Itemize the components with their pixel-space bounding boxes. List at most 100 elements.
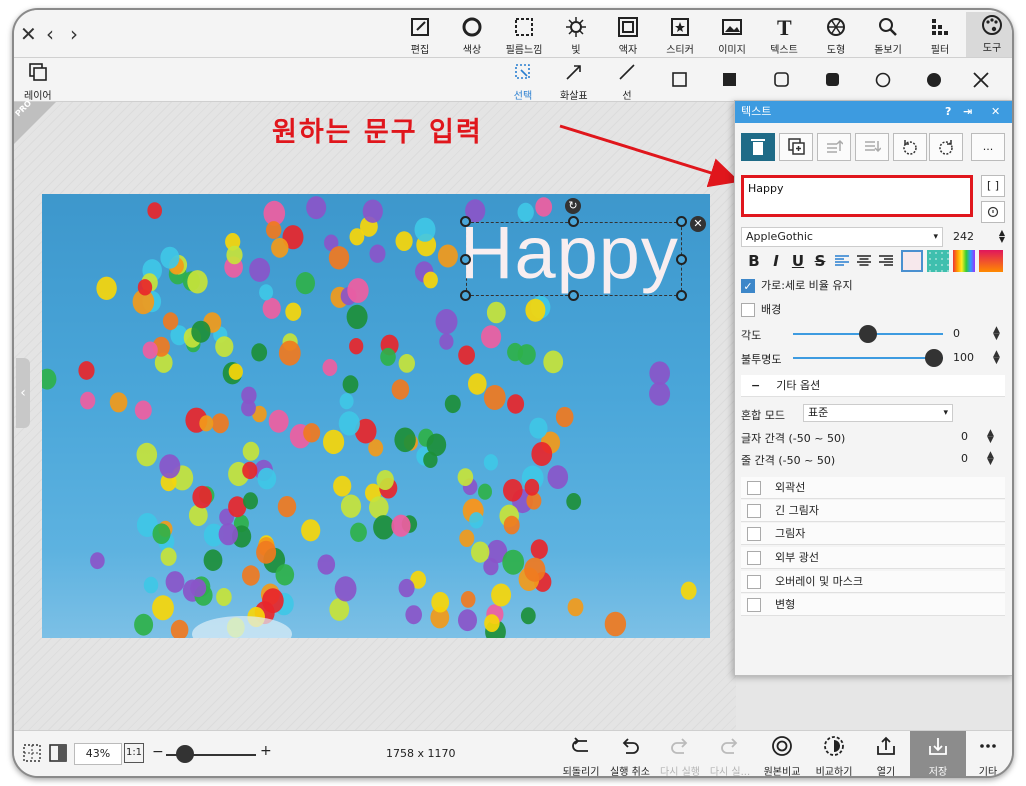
font-select[interactable]: AppleGothic ▾ — [741, 227, 943, 247]
effect-row-transform[interactable]: 변형 — [741, 594, 1005, 616]
line-tool[interactable]: 선 — [616, 62, 638, 102]
undo-button[interactable]: 실행 취소 — [602, 735, 658, 776]
tool-color[interactable]: 색상 — [446, 14, 498, 56]
rainbow-swatch[interactable] — [953, 250, 975, 272]
layer-button[interactable]: 레이어 — [24, 62, 52, 102]
opacity-value[interactable]: 100 — [953, 351, 974, 364]
effect-row-outline[interactable]: 외곽선 — [741, 477, 1005, 499]
close-panel-icon[interactable]: ✕ — [991, 101, 1000, 123]
bold-button[interactable]: B — [743, 250, 765, 272]
delete-text-icon[interactable]: ✕ — [690, 216, 706, 232]
stepper-icon[interactable]: ▲ ▼ — [999, 229, 1005, 244]
bring-forward-button[interactable] — [817, 133, 851, 161]
checkbox-icon[interactable] — [747, 598, 761, 612]
gradient-swatch[interactable] — [979, 250, 1003, 272]
strikethrough-button[interactable]: S — [809, 250, 831, 272]
tool-light[interactable]: 빛 — [550, 14, 602, 56]
checkbox-icon[interactable] — [747, 527, 761, 541]
rotate-handle-icon[interactable]: ↻ — [565, 198, 581, 214]
checkbox-icon[interactable] — [747, 504, 761, 518]
angle-stepper-icon[interactable]: ▲ ▼ — [993, 326, 1000, 342]
resize-handle[interactable] — [460, 254, 471, 265]
letter-spacing-stepper-icon[interactable]: ▲ ▼ — [987, 429, 994, 445]
letter-spacing-value[interactable]: 0 — [961, 430, 968, 443]
line-spacing-stepper-icon[interactable]: ▲ ▼ — [987, 451, 994, 467]
rotate-left-button[interactable] — [893, 133, 927, 161]
align-left-button[interactable] — [831, 250, 853, 272]
effect-row-overlay-mask[interactable]: 오버레이 및 마스크 — [741, 571, 1005, 593]
grid-icon[interactable] — [22, 743, 42, 763]
send-backward-button[interactable] — [855, 133, 889, 161]
other-options-header[interactable]: − 기타 옵션 — [741, 375, 1005, 397]
bracket-button[interactable]: [ ] — [981, 175, 1005, 197]
compare-button[interactable]: 비교하기 — [806, 735, 862, 776]
text-color-swatch[interactable] — [901, 250, 923, 272]
select-tool[interactable]: 선택 — [512, 62, 534, 102]
redo-button[interactable]: 다시 실행 — [652, 735, 708, 776]
align-right-button[interactable] — [875, 250, 897, 272]
rotate-right-button[interactable] — [929, 133, 963, 161]
opacity-slider-knob[interactable] — [925, 349, 943, 367]
resize-handle[interactable] — [568, 216, 579, 227]
resize-handle[interactable] — [460, 290, 471, 301]
redo-all-button[interactable]: 다시 실... — [702, 735, 758, 776]
tool-magnifier[interactable]: 돋보기 — [862, 14, 914, 56]
zoom-slider-knob[interactable] — [176, 745, 194, 763]
tool-edit[interactable]: 편집 — [394, 14, 446, 56]
pin-icon[interactable]: ⇥ — [963, 101, 972, 123]
back-icon[interactable]: ‹ — [46, 22, 54, 46]
canvas-text-happy[interactable]: Happy — [460, 216, 679, 290]
zoom-out-icon[interactable]: − — [152, 744, 164, 760]
tool-frame[interactable]: 액자 — [602, 14, 654, 56]
close-icon[interactable]: ✕ — [20, 22, 37, 46]
keep-ratio-row[interactable]: ✓ 가로:세로 비율 유지 — [741, 277, 853, 293]
tool-palette[interactable]: 도구 — [966, 12, 1012, 57]
checkbox-icon[interactable] — [747, 551, 761, 565]
delete-button[interactable] — [741, 133, 775, 161]
italic-button[interactable]: I — [765, 250, 787, 272]
zoom-in-icon[interactable]: + — [260, 743, 272, 759]
more-button[interactable]: 기타 — [960, 735, 1012, 776]
tool-film[interactable]: 필름느낌 — [498, 14, 550, 56]
resize-handle[interactable] — [676, 254, 687, 265]
opacity-slider[interactable] — [793, 357, 943, 359]
resize-handle[interactable] — [676, 216, 687, 227]
angle-value[interactable]: 0 — [953, 327, 960, 340]
checkbox-icon[interactable] — [741, 303, 755, 317]
rectangle-outline-icon[interactable] — [671, 71, 689, 89]
circle-outline-icon[interactable] — [874, 71, 892, 89]
resize-handle[interactable] — [676, 290, 687, 301]
duplicate-button[interactable] — [779, 133, 813, 161]
forward-icon[interactable]: › — [70, 22, 78, 46]
more-options-button[interactable]: ... — [971, 133, 1005, 161]
rectangle-filled-icon[interactable] — [721, 71, 739, 89]
effect-row-long-shadow[interactable]: 긴 그림자 — [741, 500, 1005, 522]
save-button[interactable]: 저장 — [910, 731, 966, 776]
split-view-icon[interactable] — [48, 743, 68, 763]
balloon-photo[interactable]: Happy ↻ ✕ — [42, 194, 710, 638]
tool-filter[interactable]: 필터 — [914, 14, 966, 56]
info-button[interactable] — [981, 201, 1005, 223]
checkbox-checked-icon[interactable]: ✓ — [741, 279, 755, 293]
rounded-rectangle-outline-icon[interactable] — [773, 71, 791, 89]
checkbox-icon[interactable] — [747, 575, 761, 589]
resize-handle[interactable] — [460, 216, 471, 227]
tool-sticker[interactable]: 스티커 — [654, 14, 706, 56]
underline-button[interactable]: U — [787, 250, 809, 272]
side-panel-toggle[interactable]: ‹ — [16, 358, 30, 428]
pattern-swatch[interactable] — [927, 250, 949, 272]
open-button[interactable]: 열기 — [858, 735, 914, 776]
tool-shape[interactable]: 도형 — [810, 14, 862, 56]
text-input[interactable]: Happy — [741, 175, 973, 217]
revert-button[interactable]: 되돌리기 — [553, 735, 609, 776]
opacity-stepper-icon[interactable]: ▲ ▼ — [993, 350, 1000, 366]
zoom-level[interactable]: 43% — [74, 743, 122, 765]
font-size-field[interactable]: 242 ▲ ▼ — [949, 227, 1007, 247]
compare-original-button[interactable]: 원본비교 — [754, 735, 810, 776]
arrow-tool[interactable]: 화살표 — [560, 62, 588, 102]
align-center-button[interactable] — [853, 250, 875, 272]
tool-text[interactable]: T 텍스트 — [758, 14, 810, 56]
angle-slider-knob[interactable] — [859, 325, 877, 343]
checkbox-icon[interactable] — [747, 481, 761, 495]
effect-row-shadow[interactable]: 그림자 — [741, 523, 1005, 545]
